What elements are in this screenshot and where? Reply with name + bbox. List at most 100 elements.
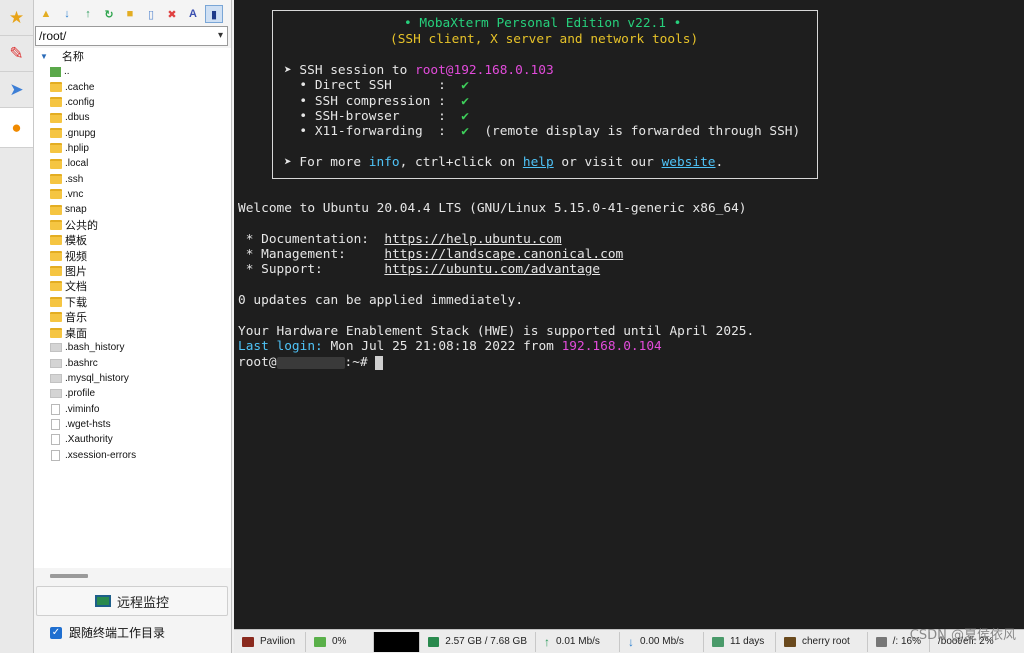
file-row[interactable]: .mysql_history [34, 371, 231, 386]
support-link[interactable]: https://ubuntu.com/advantage [384, 262, 600, 277]
text-icon[interactable]: A [184, 5, 202, 23]
documentation-link[interactable]: https://help.ubuntu.com [384, 232, 561, 247]
file-row[interactable]: 音乐 [34, 310, 231, 325]
file-row[interactable]: .ssh [34, 171, 231, 186]
file-list: ▼ 名称 .. .cache .config .dbus .gnupg .hplip .lo… [34, 48, 231, 568]
folder-icon [50, 128, 62, 139]
file-row[interactable]: .bash_history [34, 340, 231, 355]
send-icon[interactable]: ➤ [0, 72, 33, 108]
file-name: .ssh [65, 173, 84, 185]
feature-label: • X11-forwarding : [284, 124, 462, 139]
follow-terminal-option[interactable]: ✓ 跟随终端工作目录 [50, 624, 165, 641]
new-file-icon[interactable]: ▯ [142, 5, 160, 23]
hidden-icon [50, 343, 62, 353]
file-row[interactable]: .Xauthority [34, 432, 231, 447]
file-row[interactable]: .vnc [34, 187, 231, 202]
last-login-ip: 192.168.0.104 [561, 339, 662, 354]
website-link[interactable]: website [662, 155, 716, 170]
file-row[interactable]: 视频 [34, 248, 231, 263]
status-uptime[interactable]: 11 days [704, 631, 776, 652]
new-folder-icon[interactable]: ■ [121, 5, 139, 23]
upload-icon[interactable]: ↑ [79, 5, 97, 23]
file-row[interactable]: .local [34, 156, 231, 171]
support-line: * Support: https://ubuntu.com/advantage [238, 262, 600, 277]
file-row[interactable]: .. [34, 64, 231, 79]
more-mid: , ctrl+click on [399, 155, 523, 170]
uptime-icon [712, 636, 724, 647]
file-name: 公共的 [65, 220, 98, 233]
status-cpu[interactable]: 0% [306, 631, 374, 652]
check-icon: ✔ [461, 94, 469, 109]
management-link[interactable]: https://landscape.canonical.com [384, 247, 623, 262]
file-row[interactable]: .bashrc [34, 356, 231, 371]
folder-icon [50, 97, 62, 108]
session-host: root@192.168.0.103 [414, 63, 554, 78]
refresh-icon[interactable]: ↻ [100, 5, 118, 23]
file-name: .bashrc [65, 357, 98, 369]
globe-icon[interactable]: ● [0, 108, 33, 148]
folder-icon [50, 112, 62, 123]
file-name: .xsession-errors [65, 449, 137, 461]
path-input[interactable]: /root/ ▾ [35, 26, 228, 46]
last-login-label: Last login: [238, 339, 323, 354]
status-memory[interactable]: 2.57 GB / 7.68 GB [420, 631, 536, 652]
file-name: .bash_history [65, 342, 125, 354]
feature-label: • SSH compression : [284, 94, 462, 109]
folder-icon [50, 250, 62, 261]
monitor-icon [94, 595, 111, 607]
delete-icon[interactable]: ✖ [163, 5, 181, 23]
remote-monitor-button[interactable]: 远程监控 [36, 586, 228, 616]
prompt-line[interactable]: root@:~# [238, 355, 384, 370]
file-row[interactable]: 图片 [34, 263, 231, 278]
file-row[interactable]: .cache [34, 79, 231, 94]
users-value: cherry root [802, 636, 850, 647]
file-row[interactable]: 桌面 [34, 325, 231, 340]
bookmark-icon[interactable]: ▮ [205, 5, 223, 23]
folder-up-icon[interactable]: ▲ [37, 5, 55, 23]
watermark: CSDN @夏侯依风 [909, 628, 1016, 643]
file-row[interactable]: .gnupg [34, 125, 231, 140]
star-icon[interactable]: ★ [0, 0, 33, 36]
redacted-hostname [276, 356, 345, 369]
file-row[interactable]: .wget-hsts [34, 417, 231, 432]
file-row[interactable]: .profile [34, 386, 231, 401]
file-row[interactable]: .xsession-errors [34, 448, 231, 463]
status-users[interactable]: cherry root [776, 631, 868, 652]
tools-icon[interactable]: ✎ [0, 36, 33, 72]
file-row[interactable]: .viminfo [34, 402, 231, 417]
file-list-header[interactable]: ▼ 名称 [34, 48, 231, 64]
chevron-down-icon[interactable]: ▾ [218, 27, 223, 45]
file-row[interactable]: 下载 [34, 294, 231, 309]
file-name: .gnupg [65, 127, 96, 139]
welcome-line: Welcome to Ubuntu 20.04.4 LTS (GNU/Linux… [238, 201, 747, 216]
file-name: .cache [65, 81, 95, 93]
file-row[interactable]: .dbus [34, 110, 231, 125]
follow-terminal-checkbox[interactable]: ✓ [50, 626, 62, 639]
panel-splitter-handle[interactable] [50, 574, 88, 578]
status-download[interactable]: ↓ 0.00 Mb/s [620, 631, 704, 652]
folder-icon [50, 204, 62, 215]
folder-icon [50, 266, 62, 277]
file-name: .config [65, 96, 95, 108]
file-row[interactable]: 公共的 [34, 217, 231, 232]
remote-monitor-label: 远程监控 [116, 594, 169, 610]
file-row[interactable]: 模板 [34, 233, 231, 248]
info-link[interactable]: info [369, 155, 400, 170]
mgmt-label: * Management: [238, 247, 385, 262]
terminal-area[interactable]: • MobaXterm Personal Edition v22.1 • (SS… [234, 0, 1024, 629]
download-icon[interactable]: ↓ [58, 5, 76, 23]
more-info-line: ➤ For more info, ctrl+click on help or v… [284, 155, 723, 170]
file-name: 桌面 [65, 327, 87, 340]
file-row[interactable]: 文档 [34, 279, 231, 294]
folder-icon [50, 220, 62, 231]
file-icon [51, 403, 60, 415]
file-row[interactable]: .hplip [34, 141, 231, 156]
file-row[interactable]: .config [34, 95, 231, 110]
status-upload[interactable]: ↑ 0.01 Mb/s [536, 631, 620, 652]
file-row[interactable]: snap [34, 202, 231, 217]
status-host[interactable]: Pavilion [234, 631, 306, 652]
parent-folder-icon [50, 66, 61, 77]
help-link[interactable]: help [523, 155, 554, 170]
folder-icon [50, 281, 62, 292]
cpu-icon [314, 636, 326, 647]
